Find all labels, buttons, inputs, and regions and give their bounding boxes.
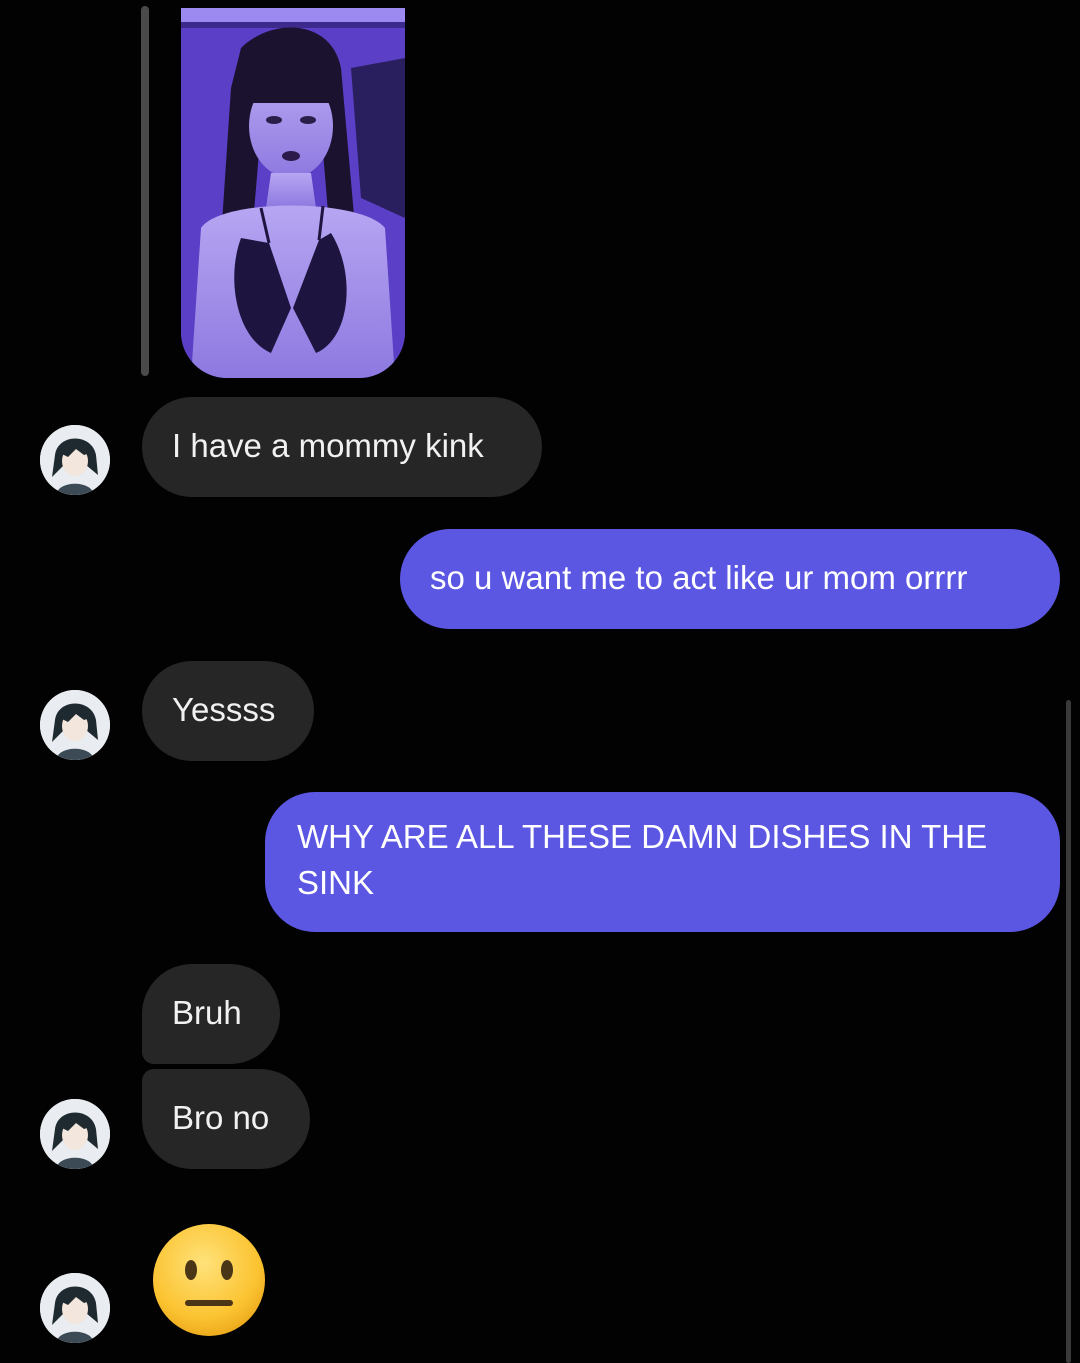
- outgoing-message[interactable]: so u want me to act like ur mom orrrr: [400, 529, 1060, 629]
- anime-character-avatar-icon: [40, 1273, 110, 1343]
- anime-character-avatar-icon: [40, 690, 110, 760]
- contact-avatar[interactable]: [40, 425, 110, 495]
- message-text: Bruh: [172, 994, 242, 1031]
- reply-quote-line: [141, 6, 149, 376]
- emoji-message[interactable]: [151, 1222, 267, 1338]
- neutral-face-emoji-icon: [153, 1224, 265, 1336]
- incoming-message[interactable]: Bruh: [142, 964, 280, 1064]
- outgoing-message[interactable]: WHY ARE ALL THESE DAMN DISHES IN THE SIN…: [265, 792, 1060, 932]
- chat-screen: I have a mommy kink so u want me to act …: [0, 0, 1080, 1363]
- contact-avatar[interactable]: [40, 1273, 110, 1343]
- anime-character-avatar-icon: [40, 425, 110, 495]
- shared-photo[interactable]: [181, 8, 405, 378]
- scrollbar[interactable]: [1066, 700, 1071, 1363]
- incoming-message[interactable]: Bro no: [142, 1069, 310, 1169]
- incoming-message[interactable]: Yessss: [142, 661, 314, 761]
- message-text: Bro no: [172, 1099, 270, 1136]
- shared-photo-image: [181, 8, 405, 378]
- anime-character-avatar-icon: [40, 1099, 110, 1169]
- message-text: I have a mommy kink: [172, 427, 484, 464]
- contact-avatar[interactable]: [40, 690, 110, 760]
- incoming-message[interactable]: I have a mommy kink: [142, 397, 542, 497]
- message-text: WHY ARE ALL THESE DAMN DISHES IN THE SIN…: [297, 818, 988, 901]
- message-text: Yessss: [172, 691, 276, 728]
- message-text: so u want me to act like ur mom orrrr: [430, 559, 968, 596]
- contact-avatar[interactable]: [40, 1099, 110, 1169]
